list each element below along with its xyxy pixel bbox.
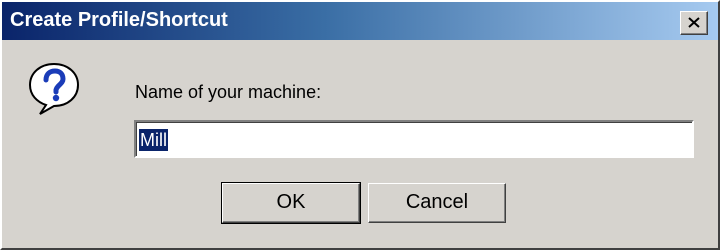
ok-button[interactable]: OK bbox=[221, 182, 361, 224]
question-icon bbox=[28, 62, 80, 115]
machine-name-label: Name of your machine: bbox=[135, 82, 322, 102]
window-title: Create Profile/Shortcut bbox=[10, 9, 228, 31]
close-button[interactable] bbox=[680, 11, 708, 35]
machine-name-input[interactable]: Mill bbox=[134, 120, 694, 158]
title-bar[interactable]: Create Profile/Shortcut bbox=[2, 2, 718, 40]
cancel-button[interactable]: Cancel bbox=[368, 183, 506, 223]
machine-name-value: Mill bbox=[139, 129, 168, 151]
close-icon bbox=[688, 17, 700, 28]
create-profile-dialog: Create Profile/Shortcut Name of your mac… bbox=[0, 0, 720, 250]
